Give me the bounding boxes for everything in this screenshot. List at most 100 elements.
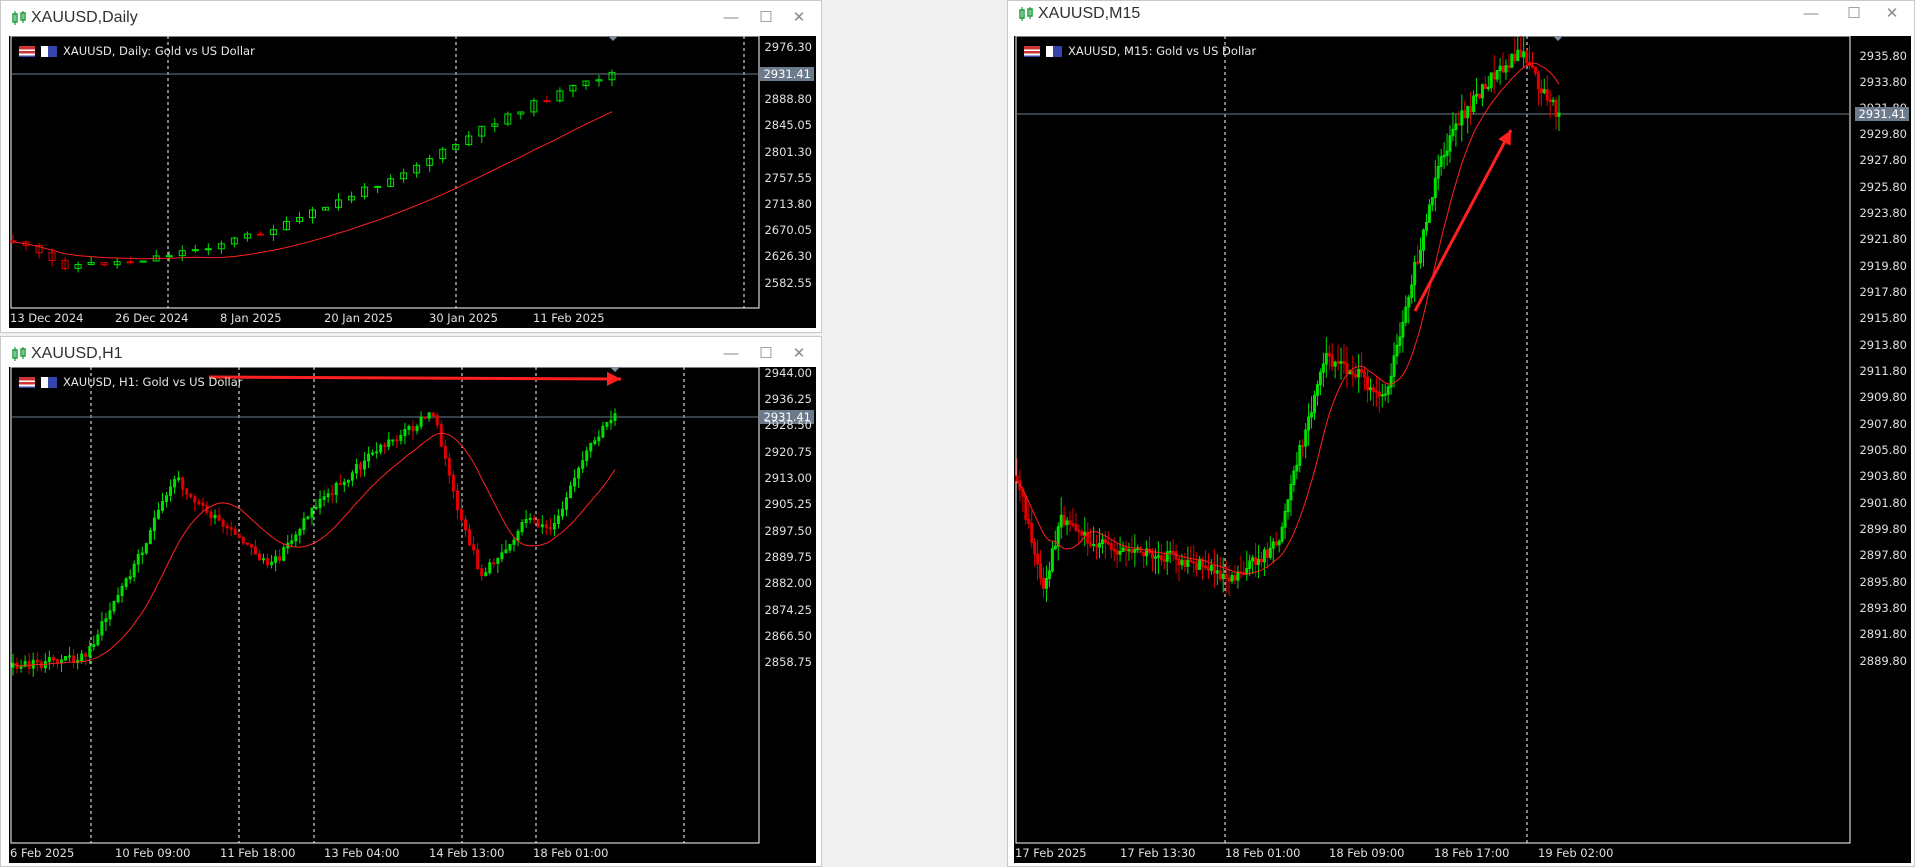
candle <box>1280 522 1284 544</box>
candle <box>1042 567 1046 598</box>
candle <box>204 243 212 256</box>
time-tick-label: 14 Feb 13:00 <box>429 846 505 860</box>
candle <box>116 587 120 604</box>
candle <box>322 490 326 507</box>
candle <box>108 602 112 627</box>
candle <box>589 442 593 458</box>
candle <box>1436 154 1440 191</box>
candle <box>439 420 443 448</box>
chart-shift-marker <box>610 367 620 372</box>
candle <box>1209 559 1213 575</box>
candle <box>1380 383 1384 408</box>
candle <box>1174 544 1178 574</box>
candle <box>233 525 237 535</box>
daily-candles <box>9 69 616 273</box>
price-tick-label: 2907.80 <box>1859 417 1907 431</box>
close-button[interactable]: ✕ <box>1877 4 1907 24</box>
price-tick-label: 2920.75 <box>764 445 812 459</box>
daily-price-scale[interactable]: 2976.30 2931.41 2888.80 2845.05 2801.30 2757.… <box>759 36 816 328</box>
m15-window-titlebar[interactable]: XAUUSD,M15 — ☐ ✕ <box>1008 1 1914 34</box>
m15-time-scale[interactable]: 17 Feb 2025 17 Feb 13:30 18 Feb 01:00 18 Fe… <box>1014 845 1911 863</box>
candle <box>1336 344 1340 371</box>
candle <box>1430 197 1434 212</box>
minimize-button[interactable]: — <box>716 8 746 28</box>
minimize-button[interactable]: — <box>716 344 746 364</box>
chart-list-icon <box>1024 45 1040 57</box>
time-tick-label: 11 Feb 18:00 <box>220 846 296 860</box>
candle <box>1065 516 1069 536</box>
price-tick-label: 2888.80 <box>764 92 812 106</box>
candle <box>484 567 488 577</box>
time-tick-label: 26 Dec 2024 <box>115 311 189 325</box>
m15-chart-area[interactable]: XAUUSD, M15: Gold vs US Dollar 2935.80 29… <box>1014 36 1911 863</box>
h1-time-scale[interactable]: 6 Feb 2025 10 Feb 09:00 11 Feb 18:00 13 Feb… <box>9 845 816 863</box>
candle <box>1109 539 1113 559</box>
candle <box>1480 83 1484 107</box>
candle <box>1392 342 1396 388</box>
m15-price-scale[interactable]: 2935.802933.802931.802931.412929.802927.… <box>1850 36 1911 863</box>
minimize-button[interactable]: — <box>1796 4 1826 24</box>
maximize-button[interactable]: ☐ <box>751 344 781 364</box>
candle <box>68 646 72 662</box>
candle <box>1186 546 1190 575</box>
daily-chart-window[interactable]: XAUUSD,Daily — ☐ ✕ XAUUSD, Daily: Gold v… <box>0 0 822 333</box>
candle <box>1442 142 1446 169</box>
candle <box>197 498 201 506</box>
time-tick-label: 8 Jan 2025 <box>220 311 282 325</box>
candle <box>318 490 322 515</box>
candle <box>1460 94 1464 142</box>
candle <box>1363 366 1367 391</box>
candle <box>124 576 128 591</box>
candle <box>92 635 96 651</box>
close-button[interactable]: ✕ <box>784 8 814 28</box>
candle <box>1530 51 1534 69</box>
candle <box>1345 346 1349 389</box>
candle <box>439 146 447 164</box>
candle <box>492 558 496 568</box>
candle <box>573 469 577 493</box>
m15-caption-text: XAUUSD, M15: Gold vs US Dollar <box>1068 44 1257 58</box>
daily-chart-area[interactable]: XAUUSD, Daily: Gold vs US Dollar 2976.30… <box>9 36 816 328</box>
candle <box>1171 539 1175 561</box>
candle <box>1557 95 1561 131</box>
maximize-button[interactable]: ☐ <box>1839 4 1869 24</box>
m15-chart-window[interactable]: XAUUSD,M15 — ☐ ✕ XAUUSD, M15: Gold vs US… <box>1007 0 1915 867</box>
chart-candles-icon <box>12 347 26 361</box>
candle <box>173 475 177 494</box>
daily-window-titlebar[interactable]: XAUUSD,Daily — ☐ ✕ <box>1 1 821 34</box>
candle <box>1489 72 1493 93</box>
candle <box>1513 37 1517 64</box>
candle <box>1053 530 1057 551</box>
h1-window-titlebar[interactable]: XAUUSD,H1 — ☐ ✕ <box>1 337 821 370</box>
candle <box>1100 533 1104 554</box>
candle <box>1289 474 1293 517</box>
candle <box>431 412 435 419</box>
h1-price-scale[interactable]: 2944.00 2936.25 2931.41 2928.50 2920.75 2913.… <box>759 366 816 863</box>
candle <box>269 224 277 241</box>
candle <box>270 554 274 569</box>
h1-chart-area[interactable]: XAUUSD, H1: Gold vs US Dollar 2944.00 293… <box>9 366 816 863</box>
candle <box>512 537 516 552</box>
candle <box>1360 352 1364 378</box>
candle <box>314 499 318 511</box>
candle <box>27 653 31 676</box>
price-tick-label: 2858.75 <box>764 655 812 669</box>
m15-price-chart[interactable] <box>1014 36 1911 863</box>
candle <box>113 257 121 269</box>
candle <box>528 513 532 524</box>
daily-price-chart[interactable] <box>9 36 816 328</box>
candle <box>532 514 536 524</box>
candle <box>468 523 472 547</box>
candle <box>1395 333 1399 365</box>
candle <box>1103 530 1107 559</box>
candle <box>266 553 270 569</box>
daily-time-scale[interactable]: 13 Dec 2024 26 Dec 2024 8 Jan 2025 20 Jan 2… <box>9 310 816 328</box>
maximize-button[interactable]: ☐ <box>751 8 781 28</box>
candle <box>310 507 314 525</box>
candle <box>476 543 480 570</box>
h1-price-chart[interactable] <box>9 367 816 863</box>
price-tick-label: 2801.30 <box>764 145 812 159</box>
close-button[interactable]: ✕ <box>784 344 814 364</box>
chart-list-icon <box>19 376 35 388</box>
h1-chart-window[interactable]: XAUUSD,H1 — ☐ ✕ XAUUSD, H1: Gold vs US D… <box>0 336 822 867</box>
